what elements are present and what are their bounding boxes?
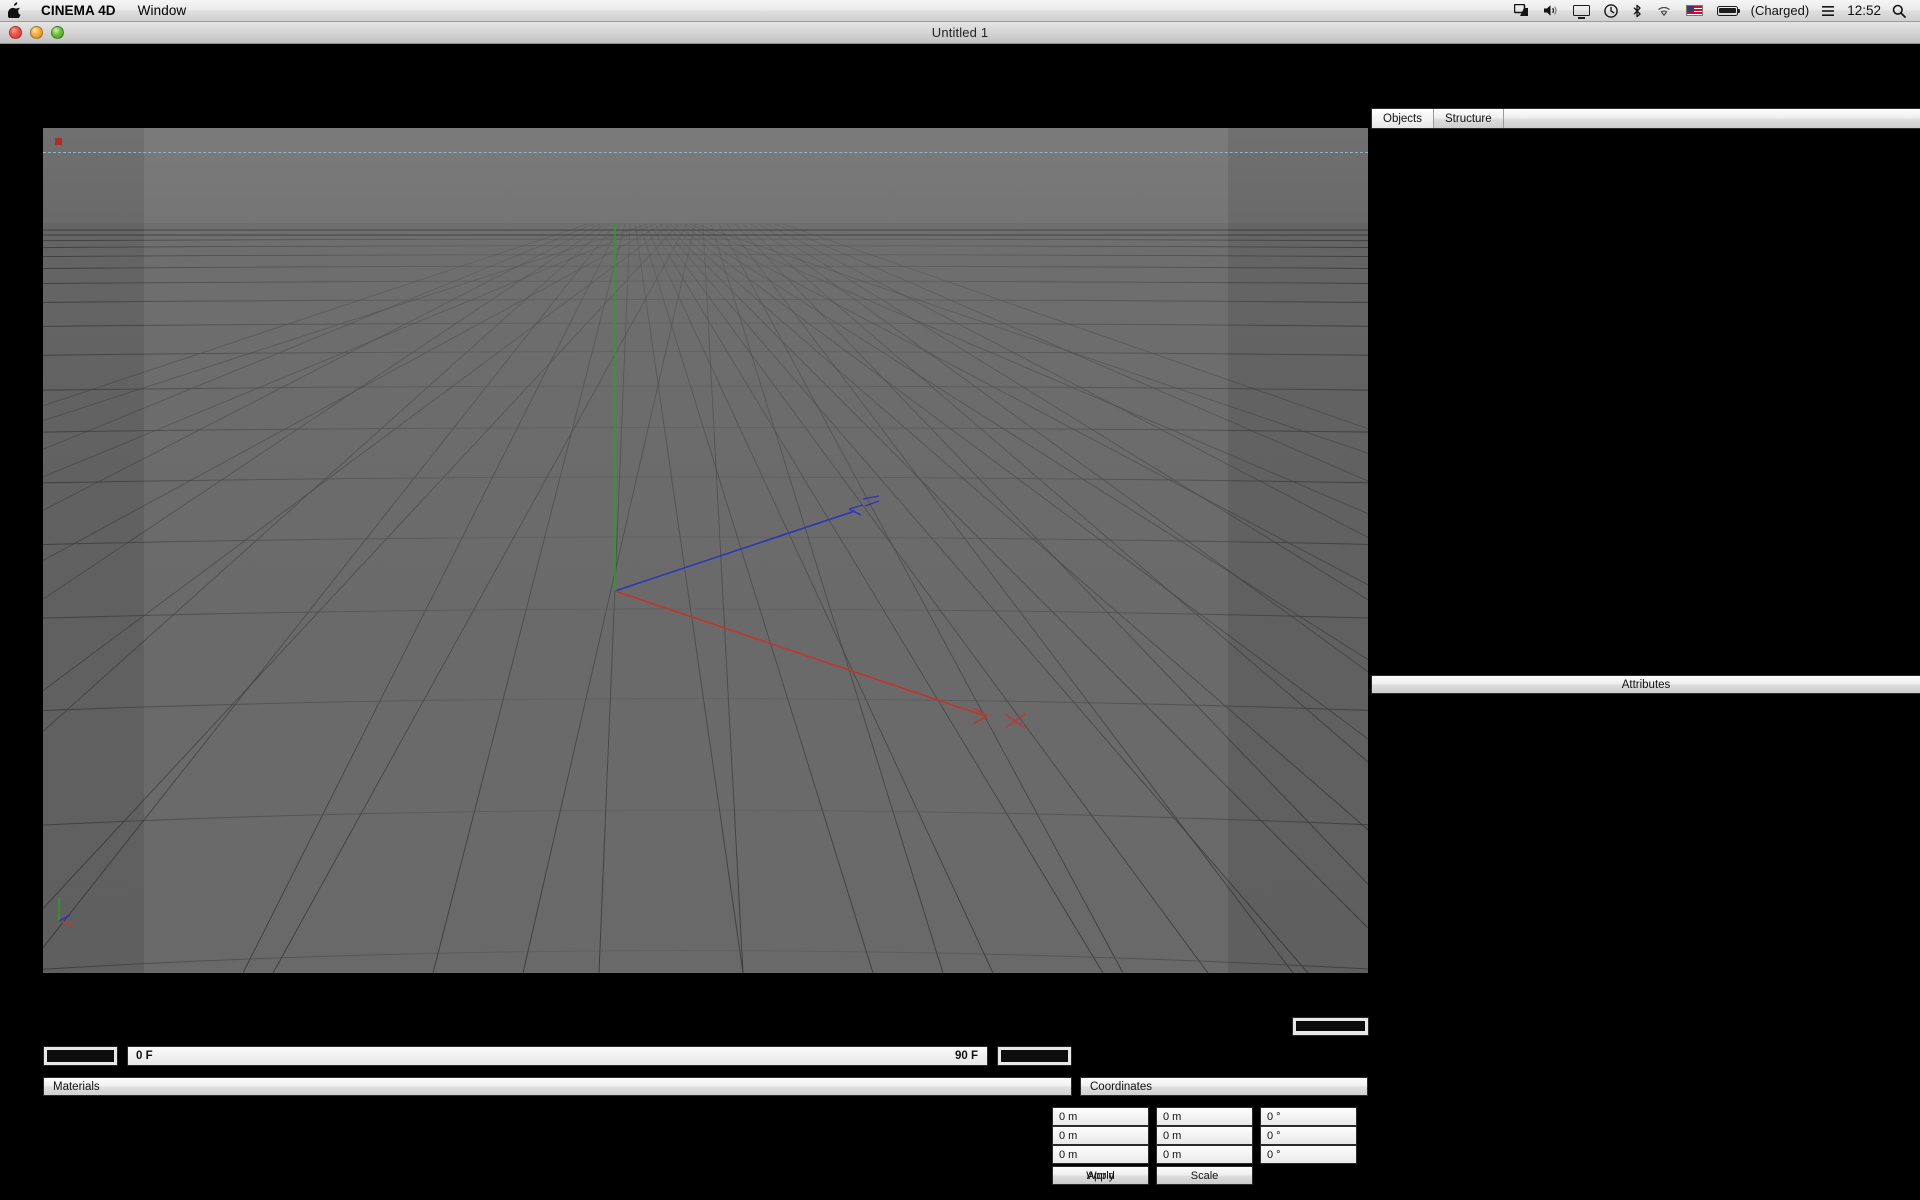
position-z-field[interactable]: 0 m bbox=[1052, 1145, 1149, 1164]
wifi-icon[interactable] bbox=[1649, 0, 1679, 22]
attributes-panel-title: Attributes bbox=[1621, 678, 1671, 691]
size-x-field[interactable]: 0 m bbox=[1156, 1107, 1253, 1126]
menubar-status-group: (Charged) 12:52 bbox=[1507, 0, 1920, 22]
volume-icon[interactable] bbox=[1536, 0, 1566, 22]
app-root: CINEMA 4D Window (Charged) 12:52 Untitle… bbox=[0, 0, 1920, 1200]
perspective-viewport[interactable] bbox=[43, 128, 1368, 973]
macos-menubar: CINEMA 4D Window (Charged) 12:52 bbox=[0, 0, 1920, 22]
coordinates-manager: 0 m 0 m 0 m 0 m 0 m 0 m 0 ° 0 ° 0 ° Worl… bbox=[1052, 1107, 1372, 1185]
display-icon[interactable] bbox=[1566, 0, 1597, 22]
safe-frame-line bbox=[43, 152, 1368, 153]
menubar-left-group: CINEMA 4D Window bbox=[0, 0, 197, 22]
render-region-band-left bbox=[43, 128, 144, 973]
coordinates-panel-title: Coordinates bbox=[1090, 1080, 1153, 1093]
rotation-b-field[interactable]: 0 ° bbox=[1260, 1145, 1357, 1164]
rotation-p-field[interactable]: 0 ° bbox=[1260, 1126, 1357, 1145]
timeline-right-swatch[interactable] bbox=[997, 1046, 1072, 1066]
battery-status-label: (Charged) bbox=[1750, 3, 1810, 18]
attributes-panel-body[interactable] bbox=[1371, 694, 1920, 1200]
scale-button[interactable]: Scale bbox=[1156, 1166, 1253, 1185]
tab-structure[interactable]: Structure bbox=[1434, 109, 1504, 128]
viewport-record-marker bbox=[55, 138, 62, 145]
rotation-h-field[interactable]: 0 ° bbox=[1260, 1107, 1357, 1126]
battery-icon[interactable] bbox=[1710, 0, 1745, 22]
menu-cinema4d[interactable]: CINEMA 4D bbox=[30, 0, 127, 22]
position-x-field[interactable]: 0 m bbox=[1052, 1107, 1149, 1126]
attributes-panel-header[interactable]: Attributes bbox=[1371, 675, 1920, 694]
objects-panel-tabbar: Objects Structure bbox=[1371, 108, 1920, 129]
render-region-band-right bbox=[1228, 128, 1368, 973]
coordinate-system-button[interactable]: World Apply bbox=[1052, 1166, 1149, 1185]
bluetooth-icon[interactable] bbox=[1625, 0, 1649, 22]
search-icon[interactable] bbox=[1885, 0, 1913, 22]
tab-objects[interactable]: Objects bbox=[1372, 109, 1434, 128]
materials-panel-header[interactable]: Materials bbox=[43, 1077, 1072, 1096]
timeline-left-swatch[interactable] bbox=[43, 1046, 118, 1066]
menubar-clock[interactable]: 12:52 bbox=[1841, 0, 1885, 22]
viewport-preview-swatch[interactable] bbox=[1292, 1017, 1369, 1036]
coordinate-apply-label: Apply bbox=[1086, 1169, 1115, 1182]
apple-logo-icon[interactable] bbox=[0, 1, 30, 20]
airplay-icon[interactable] bbox=[1507, 0, 1536, 22]
coordinates-panel-header[interactable]: Coordinates bbox=[1080, 1077, 1368, 1096]
time-machine-icon[interactable] bbox=[1597, 0, 1625, 22]
size-z-field[interactable]: 0 m bbox=[1156, 1145, 1253, 1164]
position-y-field[interactable]: 0 m bbox=[1052, 1126, 1149, 1145]
objects-panel-body[interactable] bbox=[1371, 129, 1920, 674]
c4d-main-area: 0 F 90 F Materials Coordinates 0 m 0 m 0… bbox=[0, 44, 1920, 1200]
viewport-grid bbox=[43, 223, 1368, 973]
materials-panel-title: Materials bbox=[53, 1080, 100, 1093]
menu-extras-icon[interactable] bbox=[1815, 0, 1841, 22]
viewport-orientation-gizmo bbox=[58, 897, 74, 925]
menu-window[interactable]: Window bbox=[127, 0, 198, 22]
timeline-row: 0 F 90 F bbox=[43, 1046, 1072, 1066]
timeline-start-frame: 0 F bbox=[136, 1050, 153, 1062]
size-y-field[interactable]: 0 m bbox=[1156, 1126, 1253, 1145]
timeline-slider[interactable]: 0 F 90 F bbox=[127, 1046, 988, 1066]
window-title: Untitled 1 bbox=[931, 24, 989, 40]
timeline-end-frame: 90 F bbox=[954, 1050, 978, 1062]
window-titlebar: Untitled 1 bbox=[0, 22, 1920, 44]
input-flag-icon[interactable] bbox=[1679, 0, 1710, 22]
